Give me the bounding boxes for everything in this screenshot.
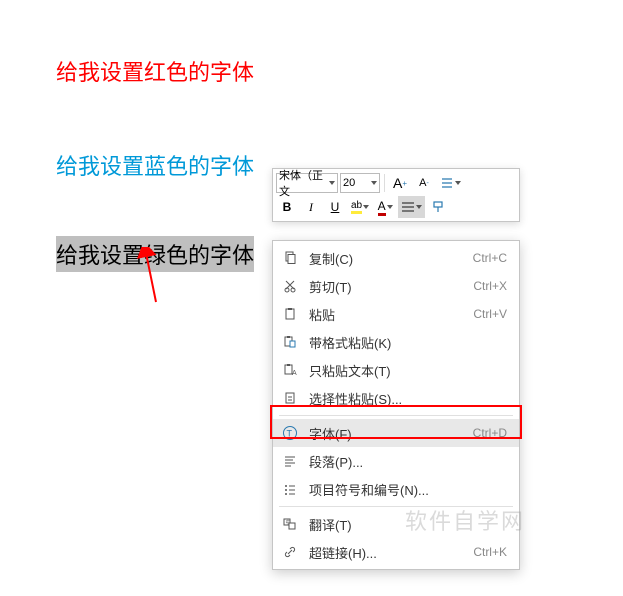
align-button[interactable] — [398, 196, 425, 218]
clipboard-text-icon: A — [281, 361, 299, 379]
menu-label: 选择性粘贴(S)... — [309, 389, 507, 408]
menu-shortcut: Ctrl+X — [473, 279, 507, 293]
menu-label: 粘贴 — [309, 305, 463, 324]
list-icon — [281, 480, 299, 498]
menu-shortcut: Ctrl+C — [473, 251, 507, 265]
menu-label: 字体(F)... — [309, 424, 463, 443]
menu-copy[interactable]: 复制(C) Ctrl+C — [273, 244, 519, 272]
link-icon — [281, 543, 299, 561]
clipboard-special-icon — [281, 389, 299, 407]
paragraph-icon — [281, 452, 299, 470]
menu-label: 只粘贴文本(T) — [309, 361, 507, 380]
highlight-button[interactable]: ab — [348, 196, 372, 218]
mini-format-toolbar: 宋体（正文 20 A+ A- B I U ab A — [272, 168, 520, 222]
menu-separator — [279, 506, 513, 507]
menu-shortcut: Ctrl+D — [473, 426, 507, 440]
menu-hyperlink[interactable]: 超链接(H)... Ctrl+K — [273, 538, 519, 566]
copy-icon — [281, 249, 299, 267]
menu-label: 项目符号和编号(N)... — [309, 480, 507, 499]
menu-cut[interactable]: 剪切(T) Ctrl+X — [273, 272, 519, 300]
svg-text:中: 中 — [286, 519, 291, 526]
clipboard-format-icon — [281, 333, 299, 351]
font-icon: T — [281, 424, 299, 442]
menu-label: 剪切(T) — [309, 277, 463, 296]
format-painter-button[interactable] — [427, 196, 449, 218]
chevron-down-icon — [363, 205, 369, 209]
menu-shortcut: Ctrl+K — [473, 545, 507, 559]
document-area: 给我设置红色的字体 给我设置蓝色的字体 给我设置绿色的字体 — [0, 0, 623, 272]
chevron-down-icon — [371, 181, 377, 185]
menu-paste-format[interactable]: 带格式粘贴(K) — [273, 328, 519, 356]
scissors-icon — [281, 277, 299, 295]
menu-paste[interactable]: 粘贴 Ctrl+V — [273, 300, 519, 328]
italic-button[interactable]: I — [300, 196, 322, 218]
chevron-down-icon — [387, 205, 393, 209]
divider — [384, 174, 385, 192]
font-name-select[interactable]: 宋体（正文 — [276, 173, 338, 193]
menu-shortcut: Ctrl+V — [473, 307, 507, 321]
text-red-line: 给我设置红色的字体 — [56, 55, 623, 87]
chevron-down-icon — [416, 205, 422, 209]
font-size-select[interactable]: 20 — [340, 173, 380, 193]
bold-button[interactable]: B — [276, 196, 298, 218]
line-spacing-button[interactable] — [437, 172, 464, 194]
translate-icon: 中 — [281, 515, 299, 533]
menu-translate[interactable]: 中 翻译(T) — [273, 510, 519, 538]
svg-text:T: T — [287, 429, 293, 439]
clipboard-icon — [281, 305, 299, 323]
menu-paste-special[interactable]: 选择性粘贴(S)... — [273, 384, 519, 412]
menu-font[interactable]: T 字体(F)... Ctrl+D — [273, 419, 519, 447]
font-size-value: 20 — [343, 177, 355, 189]
chevron-down-icon — [455, 181, 461, 185]
menu-separator — [279, 415, 513, 416]
svg-text:A: A — [292, 370, 297, 377]
underline-button[interactable]: U — [324, 196, 346, 218]
menu-label: 段落(P)... — [309, 452, 507, 471]
menu-label: 复制(C) — [309, 249, 463, 268]
menu-paragraph[interactable]: 段落(P)... — [273, 447, 519, 475]
menu-label: 翻译(T) — [309, 515, 507, 534]
context-menu: 复制(C) Ctrl+C 剪切(T) Ctrl+X 粘贴 Ctrl+V 带格式粘… — [272, 240, 520, 570]
chevron-down-icon — [329, 181, 335, 185]
menu-label: 超链接(H)... — [309, 543, 463, 562]
increase-font-button[interactable]: A+ — [389, 172, 411, 194]
selected-text[interactable]: 给我设置绿色的字体 — [56, 236, 254, 272]
menu-label: 带格式粘贴(K) — [309, 333, 507, 352]
menu-bullets[interactable]: 项目符号和编号(N)... — [273, 475, 519, 503]
font-name-value: 宋体（正文 — [279, 167, 328, 199]
font-color-button[interactable]: A — [374, 196, 396, 218]
menu-paste-text[interactable]: A 只粘贴文本(T) — [273, 356, 519, 384]
decrease-font-button[interactable]: A- — [413, 172, 435, 194]
